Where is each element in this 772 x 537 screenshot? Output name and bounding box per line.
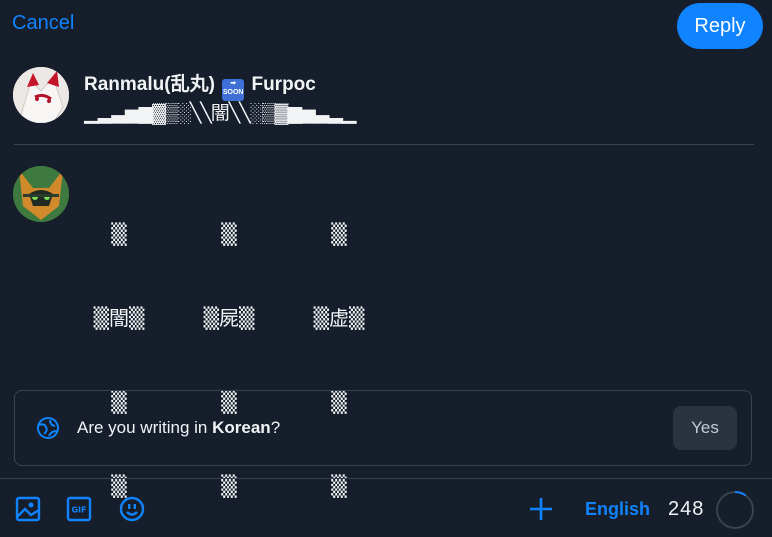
reply-button[interactable]: Reply (677, 3, 763, 49)
parent-author-name: Ranmalu(乱丸) ➡ SOON Furpoc (84, 69, 316, 101)
cancel-button[interactable]: Cancel (12, 12, 74, 35)
soon-badge-text: SOON (222, 89, 244, 96)
prompt-suffix: ? (270, 418, 281, 437)
reply-composer-textarea[interactable]: ▒ ▒闇▒ ▒ ▒ ▒ ▒屍▒ ▒ ▒ ▒ ▒虚▒ ▒ ▒ (84, 164, 365, 498)
top-bar: Cancel Reply (0, 0, 772, 52)
remaining-char-count: 248 (668, 498, 705, 520)
svg-text:GIF: GIF (71, 506, 86, 515)
suggested-language: Korean (212, 418, 271, 437)
prompt-prefix: Are you writing in (77, 418, 213, 437)
add-icon[interactable] (527, 495, 555, 523)
composer-line: ▒ (221, 222, 237, 246)
composer-toolbar: GIF English 248 (0, 478, 772, 537)
composer-line: ▒闇▒ (93, 306, 145, 330)
author-name-prefix: Ranmalu(乱丸) (84, 74, 215, 95)
language-selector[interactable]: English (585, 499, 650, 520)
composer-line: ▒ (111, 222, 127, 246)
language-prompt: Are you writing in Korean? (77, 418, 280, 438)
char-progress-ring (716, 491, 754, 529)
language-suggestion-box: Are you writing in Korean? Yes (14, 390, 752, 466)
divider (14, 144, 754, 145)
image-icon[interactable] (14, 495, 42, 523)
composer-line: ▒屍▒ (203, 306, 255, 330)
language-icon (37, 417, 59, 439)
emoji-icon[interactable] (118, 495, 146, 523)
composer-line: ▒ (331, 222, 347, 246)
user-avatar[interactable] (13, 166, 69, 222)
parent-post-text: ▁▂▃▅▆▓▒░╲╲闇╲╲░▒▓▆▅▃▂▁ (84, 103, 356, 124)
yes-button[interactable]: Yes (673, 406, 737, 450)
gif-icon[interactable]: GIF (65, 495, 93, 523)
author-name-suffix: Furpoc (251, 74, 316, 95)
parent-avatar[interactable] (13, 67, 69, 123)
composer-line: ▒虚▒ (313, 306, 365, 330)
